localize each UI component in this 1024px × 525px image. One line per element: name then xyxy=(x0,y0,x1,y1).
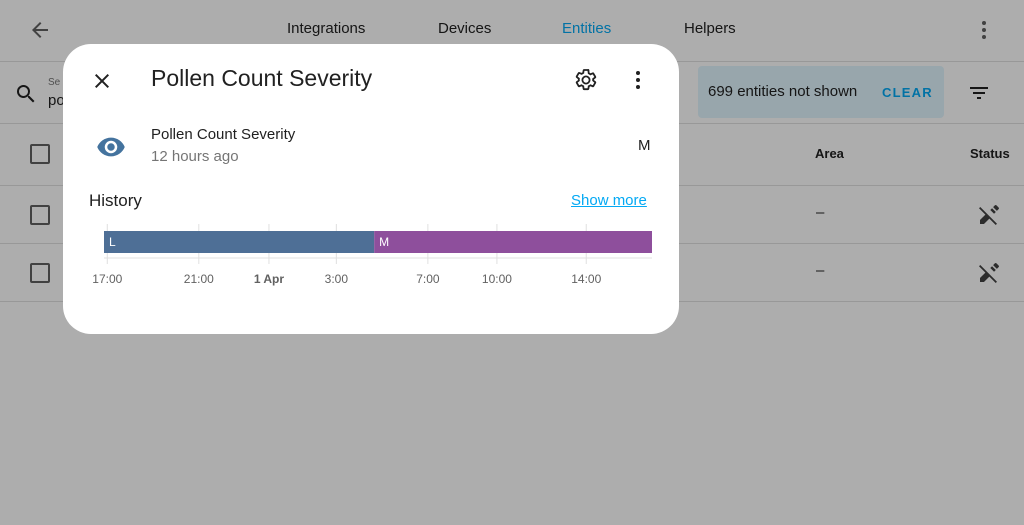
show-more-link[interactable]: Show more xyxy=(571,192,647,209)
history-timeline-chart[interactable]: L M 17:00 21:00 1 Apr 3:00 7:00 10:00 14:00 xyxy=(93,220,653,290)
timeline-tick-label: 1 Apr xyxy=(254,272,285,286)
timeline-tick-label: 10:00 xyxy=(482,272,512,286)
timeline-segment-L[interactable] xyxy=(104,231,375,253)
gear-icon xyxy=(575,69,597,91)
settings-button[interactable] xyxy=(571,65,601,95)
timeline-tick-label: 3:00 xyxy=(325,272,349,286)
dialog-overflow-button[interactable] xyxy=(625,65,651,95)
more-info-dialog: Pollen Count Severity Pollen Count Sever… xyxy=(63,44,679,334)
timeline-tick-label: 17:00 xyxy=(93,272,123,286)
timeline-segment-label: M xyxy=(379,235,389,249)
last-changed: 12 hours ago xyxy=(151,148,239,165)
dots-vertical-icon xyxy=(636,71,640,89)
timeline-segment-M[interactable] xyxy=(374,231,652,253)
close-icon xyxy=(95,74,109,88)
timeline-segment-label: L xyxy=(109,235,116,249)
timeline-tick-label: 7:00 xyxy=(416,272,440,286)
timeline-tick-label: 14:00 xyxy=(571,272,601,286)
dialog-title: Pollen Count Severity xyxy=(151,65,373,91)
close-button[interactable] xyxy=(87,66,117,96)
entity-name: Pollen Count Severity xyxy=(151,126,296,143)
history-heading: History xyxy=(89,191,142,210)
timeline-tick-label: 21:00 xyxy=(184,272,214,286)
entity-state: M xyxy=(638,137,651,154)
eye-icon xyxy=(97,137,125,157)
